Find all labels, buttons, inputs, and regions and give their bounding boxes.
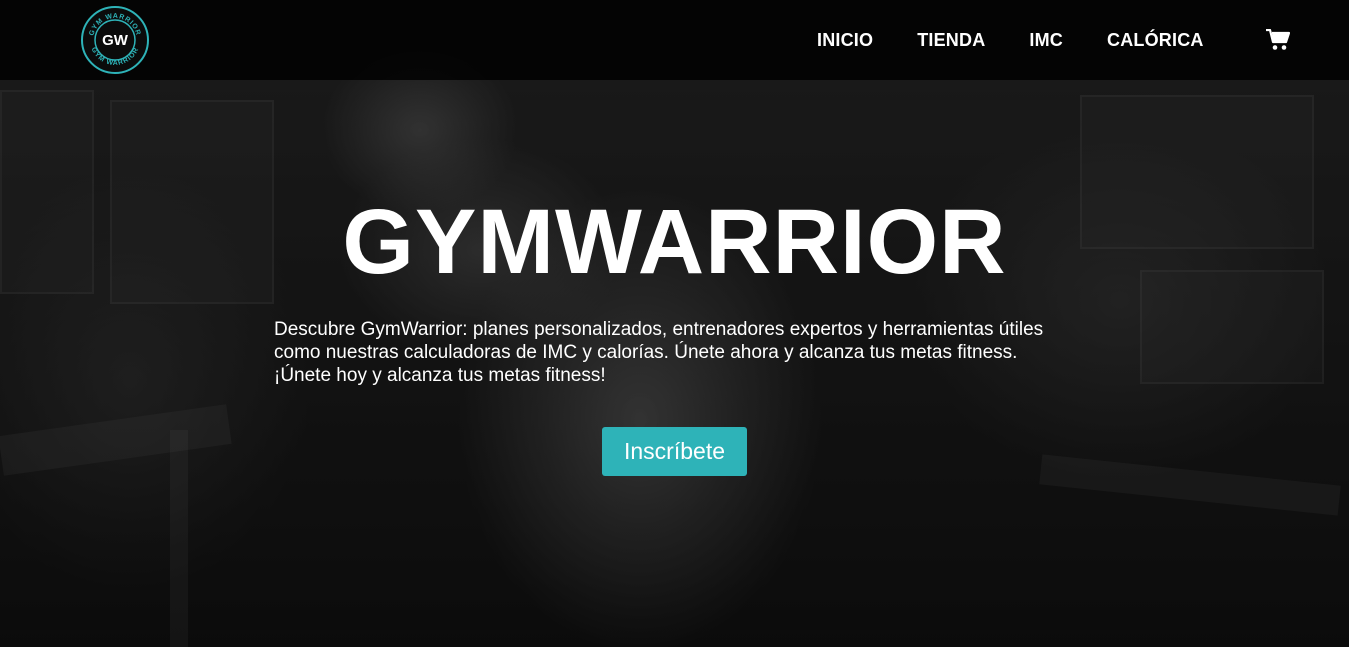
shopping-cart-icon[interactable] [1266,29,1290,51]
page: GYM WARRIOR GYM WARRIOR GW INICIO TIENDA… [0,0,1349,647]
navbar: GYM WARRIOR GYM WARRIOR GW INICIO TIENDA… [0,0,1349,80]
hero-section: GYMWARRIOR Descubre GymWarrior: planes p… [0,80,1349,647]
signup-button[interactable]: Inscríbete [602,427,747,476]
gymwarrior-logo[interactable]: GYM WARRIOR GYM WARRIOR GW [80,5,150,75]
nav-item-calorica[interactable]: CALÓRICA [1107,30,1204,51]
hero-description: Descubre GymWarrior: planes personalizad… [274,319,1044,386]
hero-title: GYMWARRIOR [342,191,1007,293]
nav-item-tienda[interactable]: TIENDA [917,30,985,51]
nav-item-inicio[interactable]: INICIO [817,30,873,51]
nav-item-imc[interactable]: IMC [1029,30,1063,51]
nav-links: INICIO TIENDA IMC CALÓRICA [817,0,1248,80]
logo-monogram: GW [102,32,129,49]
